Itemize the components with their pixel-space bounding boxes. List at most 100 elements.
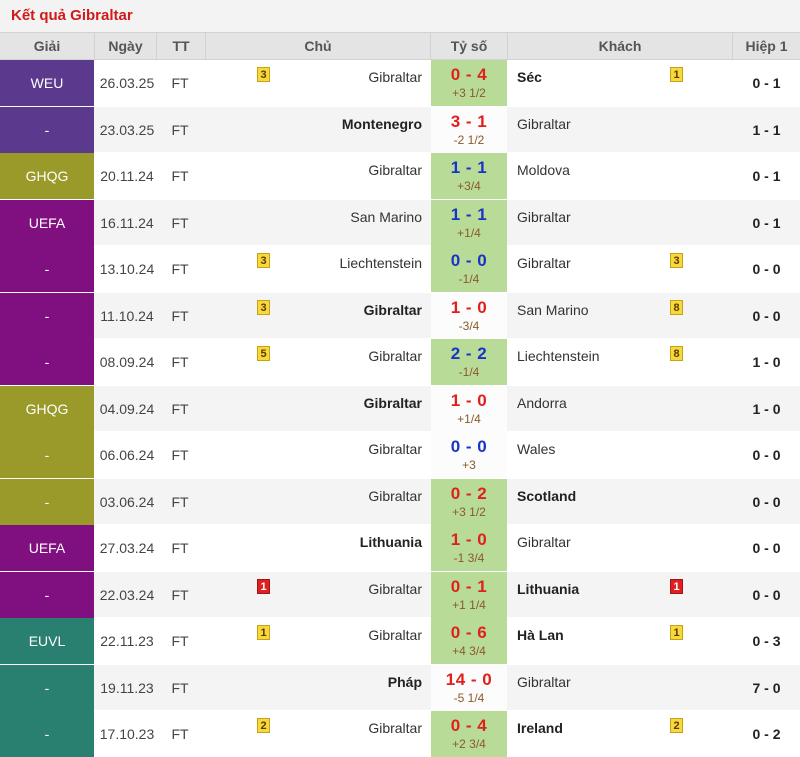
- home-team[interactable]: Gibraltar: [368, 348, 422, 364]
- table-row[interactable]: -06.06.24 FT Gibraltar 0 - 0 +3 Wales 0 - 0: [0, 432, 800, 478]
- away-team[interactable]: San Marino: [517, 302, 589, 318]
- home-team[interactable]: Gibraltar: [368, 720, 422, 736]
- away-team[interactable]: Hà Lan: [517, 627, 564, 643]
- score-cell[interactable]: 0 - 1 +1 1/4: [431, 572, 507, 618]
- home-team[interactable]: Gibraltar: [364, 302, 422, 318]
- league-cell[interactable]: -: [0, 293, 94, 339]
- header-status[interactable]: TT: [157, 33, 206, 60]
- away-team[interactable]: Lithuania: [517, 581, 579, 597]
- home-team[interactable]: Gibraltar: [368, 69, 422, 85]
- match-score[interactable]: 0 - 1: [431, 572, 507, 598]
- away-team[interactable]: Gibraltar: [517, 116, 571, 132]
- home-team[interactable]: Montenegro: [342, 116, 422, 132]
- match-score[interactable]: 0 - 4: [431, 711, 507, 737]
- score-cell[interactable]: 0 - 0 -1/4: [431, 246, 507, 292]
- league-cell[interactable]: -: [0, 107, 94, 153]
- match-score[interactable]: 0 - 0: [431, 246, 507, 272]
- score-cell[interactable]: 3 - 1 -2 1/2: [431, 107, 507, 153]
- away-team[interactable]: Wales: [517, 441, 555, 457]
- header-score[interactable]: Tỷ số: [431, 33, 508, 60]
- league-cell[interactable]: -: [0, 479, 94, 525]
- away-team[interactable]: Scotland: [517, 488, 576, 504]
- home-team[interactable]: Gibraltar: [368, 581, 422, 597]
- table-row[interactable]: -17.10.23 FT 2 Gibraltar 0 - 4 +2 3/4 Ireland 2…: [0, 711, 800, 757]
- match-score[interactable]: 0 - 4: [431, 60, 507, 86]
- header-half-time[interactable]: Hiệp 1: [733, 33, 800, 60]
- score-cell[interactable]: 1 - 1 +3/4: [431, 153, 507, 199]
- table-row[interactable]: -08.09.24 FT 5 Gibraltar 2 - 2 -1/4 Liechtenst…: [0, 339, 800, 385]
- away-team[interactable]: Moldova: [517, 162, 570, 178]
- table-row[interactable]: -13.10.24 FT 3 Liechtenstein 0 - 0 -1/4 Gibral…: [0, 246, 800, 292]
- score-cell[interactable]: 0 - 0 +3: [431, 432, 507, 478]
- away-team[interactable]: Ireland: [517, 720, 563, 736]
- league-cell[interactable]: -: [0, 572, 94, 618]
- handicap: -1/4: [458, 272, 480, 286]
- table-row[interactable]: GHQG 20.11.24 FT Gibraltar 1 - 1 +3/4 Moldova 0…: [0, 153, 800, 199]
- header-away[interactable]: Khách: [508, 33, 733, 60]
- table-row[interactable]: UEFA 27.03.24 FT Lithuania 1 - 0 -1 3/4 Gibral…: [0, 525, 800, 571]
- table-row[interactable]: EUVL 22.11.23 FT 1 Gibraltar 0 - 6 +4 3/4 Hà La…: [0, 618, 800, 664]
- table-row[interactable]: GHQG 04.09.24 FT Gibraltar 1 - 0 +1/4 Andorra 1…: [0, 386, 800, 432]
- home-team[interactable]: Gibraltar: [368, 441, 422, 457]
- score-cell[interactable]: 0 - 2 +3 1/2: [431, 479, 507, 525]
- home-team[interactable]: Pháp: [388, 674, 422, 690]
- header-league[interactable]: Giải: [0, 33, 95, 60]
- away-team[interactable]: Gibraltar: [517, 209, 571, 225]
- league-cell[interactable]: UEFA: [0, 200, 94, 246]
- match-score[interactable]: 3 - 1: [431, 107, 507, 133]
- score-cell[interactable]: 14 - 0 -5 1/4: [431, 665, 507, 711]
- score-cell[interactable]: 0 - 6 +4 3/4: [431, 618, 507, 664]
- handicap: +1/4: [457, 226, 481, 240]
- match-score[interactable]: 0 - 6: [431, 618, 507, 644]
- match-score[interactable]: 0 - 2: [431, 479, 507, 505]
- league-cell[interactable]: -: [0, 665, 94, 711]
- table-row[interactable]: -22.03.24 FT 1 Gibraltar 0 - 1 +1 1/4 Lithuani…: [0, 572, 800, 618]
- table-row[interactable]: -11.10.24 FT 3 Gibraltar 1 - 0 -3/4 San Marino…: [0, 293, 800, 339]
- away-team[interactable]: Gibraltar: [517, 674, 571, 690]
- table-row[interactable]: -19.11.23 FT Pháp 14 - 0 -5 1/4 Gibraltar 7 - …: [0, 665, 800, 711]
- league-cell[interactable]: WEU: [0, 60, 94, 106]
- score-cell[interactable]: 2 - 2 -1/4: [431, 339, 507, 385]
- header-home[interactable]: Chủ: [206, 33, 431, 60]
- home-team[interactable]: San Marino: [350, 209, 422, 225]
- score-cell[interactable]: 1 - 0 -3/4: [431, 293, 507, 339]
- match-score[interactable]: 1 - 0: [431, 525, 507, 551]
- home-team[interactable]: Gibraltar: [368, 162, 422, 178]
- away-team[interactable]: Liechtenstein: [517, 348, 600, 364]
- league-cell[interactable]: -: [0, 246, 94, 292]
- league-cell[interactable]: GHQG: [0, 386, 94, 432]
- league-cell[interactable]: -: [0, 711, 94, 757]
- match-date: 13.10.24: [99, 261, 155, 277]
- home-team[interactable]: Gibraltar: [364, 395, 422, 411]
- match-score[interactable]: 2 - 2: [431, 339, 507, 365]
- header-date[interactable]: Ngày: [95, 33, 157, 60]
- match-score[interactable]: 1 - 1: [431, 153, 507, 179]
- table-row[interactable]: -03.06.24 FT Gibraltar 0 - 2 +3 1/2 Scotland 0…: [0, 479, 800, 525]
- score-cell[interactable]: 0 - 4 +3 1/2: [431, 60, 507, 106]
- away-team[interactable]: Séc: [517, 69, 542, 85]
- score-cell[interactable]: 1 - 1 +1/4: [431, 200, 507, 246]
- league-cell[interactable]: -: [0, 432, 94, 478]
- league-cell[interactable]: GHQG: [0, 153, 94, 199]
- league-cell[interactable]: EUVL: [0, 618, 94, 664]
- league-cell[interactable]: -: [0, 339, 94, 385]
- match-score[interactable]: 1 - 1: [431, 200, 507, 226]
- away-team[interactable]: Gibraltar: [517, 255, 571, 271]
- home-team[interactable]: Gibraltar: [368, 488, 422, 504]
- score-cell[interactable]: 1 - 0 -1 3/4: [431, 525, 507, 571]
- table-row[interactable]: WEU 26.03.25 FT 3 Gibraltar 0 - 4 +3 1/2 Séc 1 0 …: [0, 60, 800, 106]
- match-score[interactable]: 1 - 0: [431, 293, 507, 319]
- away-team[interactable]: Andorra: [517, 395, 567, 411]
- match-score[interactable]: 1 - 0: [431, 386, 507, 412]
- table-row[interactable]: -23.03.25 FT Montenegro 3 - 1 -2 1/2 Gibralta…: [0, 107, 800, 153]
- away-team[interactable]: Gibraltar: [517, 534, 571, 550]
- home-team[interactable]: Liechtenstein: [339, 255, 422, 271]
- league-cell[interactable]: UEFA: [0, 525, 94, 571]
- home-team[interactable]: Lithuania: [360, 534, 422, 550]
- match-score[interactable]: 0 - 0: [431, 432, 507, 458]
- table-row[interactable]: UEFA 16.11.24 FT San Marino 1 - 1 +1/4 Gibralt…: [0, 200, 800, 246]
- score-cell[interactable]: 1 - 0 +1/4: [431, 386, 507, 432]
- home-team[interactable]: Gibraltar: [368, 627, 422, 643]
- score-cell[interactable]: 0 - 4 +2 3/4: [431, 711, 507, 757]
- match-score[interactable]: 14 - 0: [431, 665, 507, 691]
